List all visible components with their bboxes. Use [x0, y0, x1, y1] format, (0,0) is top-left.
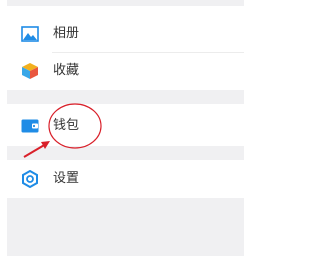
photo-album-icon	[21, 26, 39, 46]
menu-panel: 相册 收藏 钱包 设置	[7, 0, 244, 256]
menu-item-wallet-label: 钱包	[53, 118, 80, 133]
menu-item-album[interactable]: 相册	[7, 16, 244, 52]
menu-item-favorites-label: 收藏	[53, 63, 80, 78]
menu-item-album-label: 相册	[53, 26, 80, 41]
menu-item-favorites[interactable]: 收藏	[7, 53, 244, 89]
favorites-cube-icon	[21, 62, 39, 84]
wallet-icon	[21, 118, 39, 137]
gear-icon	[21, 169, 39, 192]
menu-item-settings-label: 设置	[53, 171, 80, 186]
menu-item-wallet[interactable]: 钱包	[7, 104, 244, 146]
section-album-favorites: 相册 收藏	[7, 6, 244, 90]
menu-item-settings[interactable]: 设置	[7, 160, 244, 198]
